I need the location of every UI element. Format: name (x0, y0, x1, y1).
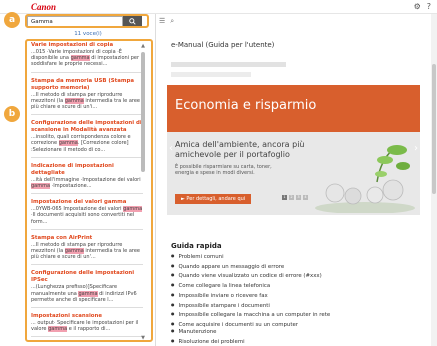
quick-guide-link[interactable]: Manutenzione (171, 327, 245, 337)
result-count: 11 voce(i) (74, 31, 102, 37)
carousel-dots: 1 2 3 4 (282, 195, 308, 200)
search-highlight-box (25, 14, 149, 28)
settings-icon[interactable]: ⚙ (414, 2, 421, 11)
promo-banner[interactable]: Economia e risparmio Amica dell'ambiente… (167, 85, 420, 215)
quick-guide-link[interactable]: Problemi comuni (171, 252, 330, 262)
eco-illustration (315, 145, 415, 213)
manual-title: e-Manual (Guida per l'utente) (171, 41, 275, 49)
quick-guide-link[interactable]: Impossibile collegare la macchina a un c… (171, 310, 331, 320)
blurred-text (171, 62, 286, 67)
banner-description: È possibile risparmiare su carta, toner,… (175, 164, 272, 176)
quick-guide-link[interactable]: Impossibile stampare i documenti (171, 301, 330, 311)
carousel-dot[interactable]: 2 (289, 195, 294, 200)
search-toggle-icon[interactable]: ⌕ (170, 17, 174, 26)
quick-guide-link[interactable]: Impossibile inviare o ricevere fax (171, 291, 330, 301)
list-icon[interactable]: ☰ (159, 17, 165, 26)
carousel-dot[interactable]: 3 (296, 195, 301, 200)
banner-title: Economia e risparmio (175, 98, 317, 113)
top-bar: Canon ⚙ ? (0, 0, 437, 14)
banner-details-button[interactable]: ► Per dettagli, andare qui (175, 194, 252, 204)
banner-prev-icon[interactable]: ‹ (169, 143, 173, 154)
canon-logo: Canon (31, 2, 57, 12)
quick-guide-link[interactable]: Come collegare la linea telefonica (171, 281, 330, 291)
blurred-text (171, 72, 251, 77)
callout-a: a (4, 12, 20, 28)
quick-guide-link[interactable]: Quando appare un messaggio di errore (171, 262, 330, 272)
carousel-dot[interactable]: 4 (303, 195, 308, 200)
callout-b: b (4, 106, 20, 122)
banner-next-icon[interactable]: › (414, 143, 418, 154)
quick-guide-link[interactable]: Quando viene visualizzato un codice di e… (171, 271, 330, 281)
content-scrollbar[interactable] (431, 14, 437, 346)
help-icon[interactable]: ? (427, 2, 431, 11)
carousel-dot[interactable]: 1 (282, 195, 287, 200)
quick-guide-list: Problemi comuniQuando appare un messaggi… (171, 252, 331, 330)
results-highlight-box (25, 39, 153, 342)
content-scroll-thumb[interactable] (432, 64, 436, 194)
content-panel: ☰ ⌕ e-Manual (Guida per l'utente) Econom… (155, 14, 437, 346)
quick-guide-list-2: ManutenzioneRisoluzione dei problemiPer … (171, 327, 245, 346)
quick-guide-title: Guida rapida (171, 242, 222, 250)
quick-guide-link[interactable]: Risoluzione dei problemi (171, 337, 245, 346)
